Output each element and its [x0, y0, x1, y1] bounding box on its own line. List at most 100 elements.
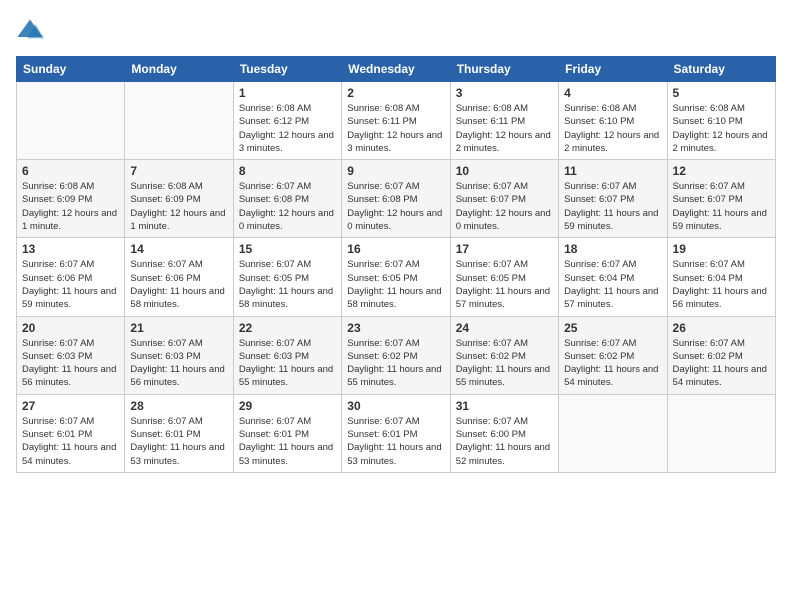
day-number: 22	[239, 321, 336, 335]
calendar-cell: 17Sunrise: 6:07 AMSunset: 6:05 PMDayligh…	[450, 238, 558, 316]
calendar-cell: 2 Sunrise: 6:08 AMSunset: 6:11 PMDaylight…	[342, 82, 450, 160]
day-info: Sunrise: 6:07 AMSunset: 6:05 PMDaylight:…	[347, 258, 444, 311]
day-info: Sunrise: 6:07 AMSunset: 6:02 PMDaylight:…	[564, 337, 661, 390]
day-info: Sunrise: 6:07 AMSunset: 6:07 PMDaylight:…	[673, 180, 770, 233]
day-info: Sunrise: 6:07 AMSunset: 6:00 PMDaylight:…	[456, 415, 553, 468]
day-info: Sunrise: 6:08 AMSunset: 6:11 PMDaylight:…	[456, 102, 553, 155]
calendar-week-row: 1Sunrise: 6:08 AMSunset: 6:12 PMDaylight…	[17, 82, 776, 160]
day-info: Sunrise: 6:07 AMSunset: 6:06 PMDaylight:…	[22, 258, 119, 311]
day-number: 16	[347, 242, 444, 256]
day-info: Sunrise: 6:08 AMSunset: 6:12 PMDaylight:…	[239, 102, 336, 155]
calendar-cell: 14 Sunrise: 6:07 AMSunset: 6:06 PMDayligh…	[125, 238, 233, 316]
calendar-cell: 15 Sunrise: 6:07 AMSunset: 6:05 PMDayligh…	[233, 238, 341, 316]
day-info: Sunrise: 6:07 AMSunset: 6:08 PMDaylight:…	[239, 180, 336, 233]
day-number: 30	[347, 399, 444, 413]
calendar-table: SundayMondayTuesdayWednesdayThursdayFrid…	[16, 56, 776, 473]
calendar-cell: 31Sunrise: 6:07 AMSunset: 6:00 PMDayligh…	[450, 394, 558, 472]
day-info: Sunrise: 6:07 AMSunset: 6:02 PMDaylight:…	[347, 337, 444, 390]
calendar-cell: 11 Sunrise: 6:07 AMSunset: 6:07 PMDayligh…	[559, 160, 667, 238]
day-number: 9	[347, 164, 444, 178]
day-number: 5	[673, 86, 770, 100]
weekday-header-wednesday: Wednesday	[342, 57, 450, 82]
day-number: 6	[22, 164, 119, 178]
page-header	[16, 16, 776, 44]
calendar-cell: 26 Sunrise: 6:07 AMSunset: 6:02 PMDayligh…	[667, 316, 775, 394]
day-info: Sunrise: 6:07 AMSunset: 6:02 PMDaylight:…	[456, 337, 553, 390]
calendar-cell: 4 Sunrise: 6:08 AMSunset: 6:10 PMDaylight…	[559, 82, 667, 160]
day-info: Sunrise: 6:08 AMSunset: 6:10 PMDaylight:…	[673, 102, 770, 155]
day-info: Sunrise: 6:07 AMSunset: 6:01 PMDaylight:…	[22, 415, 119, 468]
day-number: 21	[130, 321, 227, 335]
calendar-cell: 12 Sunrise: 6:07 AMSunset: 6:07 PMDayligh…	[667, 160, 775, 238]
day-info: Sunrise: 6:07 AMSunset: 6:05 PMDaylight:…	[456, 258, 553, 311]
day-info: Sunrise: 6:07 AMSunset: 6:07 PMDaylight:…	[456, 180, 553, 233]
day-info: Sunrise: 6:07 AMSunset: 6:02 PMDaylight:…	[673, 337, 770, 390]
weekday-header-sunday: Sunday	[17, 57, 125, 82]
calendar-cell: 7 Sunrise: 6:08 AMSunset: 6:09 PMDaylight…	[125, 160, 233, 238]
day-number: 27	[22, 399, 119, 413]
day-info: Sunrise: 6:07 AMSunset: 6:03 PMDaylight:…	[239, 337, 336, 390]
calendar-cell: 29 Sunrise: 6:07 AMSunset: 6:01 PMDayligh…	[233, 394, 341, 472]
day-info: Sunrise: 6:07 AMSunset: 6:06 PMDaylight:…	[130, 258, 227, 311]
calendar-cell: 24 Sunrise: 6:07 AMSunset: 6:02 PMDayligh…	[450, 316, 558, 394]
day-info: Sunrise: 6:08 AMSunset: 6:10 PMDaylight:…	[564, 102, 661, 155]
calendar-cell: 16 Sunrise: 6:07 AMSunset: 6:05 PMDayligh…	[342, 238, 450, 316]
day-number: 13	[22, 242, 119, 256]
day-info: Sunrise: 6:07 AMSunset: 6:08 PMDaylight:…	[347, 180, 444, 233]
calendar-cell: 30 Sunrise: 6:07 AMSunset: 6:01 PMDayligh…	[342, 394, 450, 472]
day-info: Sunrise: 6:07 AMSunset: 6:01 PMDaylight:…	[239, 415, 336, 468]
logo	[16, 16, 48, 44]
calendar-cell	[559, 394, 667, 472]
day-number: 19	[673, 242, 770, 256]
day-info: Sunrise: 6:07 AMSunset: 6:03 PMDaylight:…	[130, 337, 227, 390]
calendar-cell: 13 Sunrise: 6:07 AMSunset: 6:06 PMDayligh…	[17, 238, 125, 316]
day-info: Sunrise: 6:07 AMSunset: 6:05 PMDaylight:…	[239, 258, 336, 311]
weekday-header-saturday: Saturday	[667, 57, 775, 82]
day-number: 11	[564, 164, 661, 178]
calendar-cell: 21 Sunrise: 6:07 AMSunset: 6:03 PMDayligh…	[125, 316, 233, 394]
day-number: 28	[130, 399, 227, 413]
calendar-cell: 6 Sunrise: 6:08 AMSunset: 6:09 PMDaylight…	[17, 160, 125, 238]
calendar-cell: 1Sunrise: 6:08 AMSunset: 6:12 PMDaylight…	[233, 82, 341, 160]
day-number: 15	[239, 242, 336, 256]
day-info: Sunrise: 6:07 AMSunset: 6:04 PMDaylight:…	[673, 258, 770, 311]
day-number: 23	[347, 321, 444, 335]
calendar-week-row: 13 Sunrise: 6:07 AMSunset: 6:06 PMDayligh…	[17, 238, 776, 316]
day-number: 26	[673, 321, 770, 335]
day-number: 3	[456, 86, 553, 100]
calendar-week-row: 27 Sunrise: 6:07 AMSunset: 6:01 PMDayligh…	[17, 394, 776, 472]
day-number: 4	[564, 86, 661, 100]
calendar-cell	[125, 82, 233, 160]
day-info: Sunrise: 6:07 AMSunset: 6:03 PMDaylight:…	[22, 337, 119, 390]
calendar-cell: 8 Sunrise: 6:07 AMSunset: 6:08 PMDaylight…	[233, 160, 341, 238]
day-number: 2	[347, 86, 444, 100]
day-number: 29	[239, 399, 336, 413]
day-info: Sunrise: 6:08 AMSunset: 6:11 PMDaylight:…	[347, 102, 444, 155]
calendar-cell: 20Sunrise: 6:07 AMSunset: 6:03 PMDayligh…	[17, 316, 125, 394]
day-info: Sunrise: 6:07 AMSunset: 6:01 PMDaylight:…	[347, 415, 444, 468]
calendar-cell	[667, 394, 775, 472]
calendar-week-row: 20Sunrise: 6:07 AMSunset: 6:03 PMDayligh…	[17, 316, 776, 394]
day-number: 18	[564, 242, 661, 256]
weekday-header-monday: Monday	[125, 57, 233, 82]
day-number: 14	[130, 242, 227, 256]
calendar-cell: 23 Sunrise: 6:07 AMSunset: 6:02 PMDayligh…	[342, 316, 450, 394]
day-number: 24	[456, 321, 553, 335]
calendar-cell: 3 Sunrise: 6:08 AMSunset: 6:11 PMDaylight…	[450, 82, 558, 160]
day-info: Sunrise: 6:07 AMSunset: 6:01 PMDaylight:…	[130, 415, 227, 468]
day-number: 8	[239, 164, 336, 178]
weekday-header-tuesday: Tuesday	[233, 57, 341, 82]
day-number: 12	[673, 164, 770, 178]
day-info: Sunrise: 6:07 AMSunset: 6:07 PMDaylight:…	[564, 180, 661, 233]
day-info: Sunrise: 6:08 AMSunset: 6:09 PMDaylight:…	[22, 180, 119, 233]
day-info: Sunrise: 6:08 AMSunset: 6:09 PMDaylight:…	[130, 180, 227, 233]
weekday-header-friday: Friday	[559, 57, 667, 82]
calendar-cell: 25Sunrise: 6:07 AMSunset: 6:02 PMDayligh…	[559, 316, 667, 394]
logo-icon	[16, 16, 44, 44]
calendar-cell: 10 Sunrise: 6:07 AMSunset: 6:07 PMDayligh…	[450, 160, 558, 238]
calendar-cell: 5 Sunrise: 6:08 AMSunset: 6:10 PMDaylight…	[667, 82, 775, 160]
day-number: 10	[456, 164, 553, 178]
day-number: 7	[130, 164, 227, 178]
calendar-cell: 9 Sunrise: 6:07 AMSunset: 6:08 PMDaylight…	[342, 160, 450, 238]
weekday-header-thursday: Thursday	[450, 57, 558, 82]
